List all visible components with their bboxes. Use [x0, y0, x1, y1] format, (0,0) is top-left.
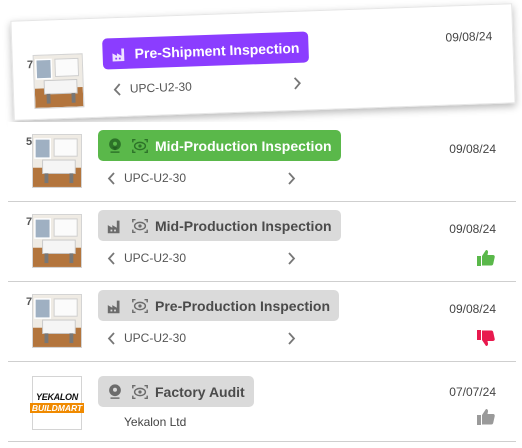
inspection-card[interactable]: YEKALON BUILDMART Factory Audit 07/07/24…: [8, 362, 516, 442]
thumbs-up-icon: [476, 407, 496, 427]
inspection-title: Mid-Production Inspection: [155, 217, 332, 234]
factory-icon: [109, 43, 130, 64]
inspection-card[interactable]: 7 Mid-Production Inspection 09/08/24 UPC…: [8, 202, 516, 282]
code-navigator: UPC-U2-30: [104, 249, 298, 267]
thumbs-up-icon: [476, 248, 496, 268]
inspection-status-pill[interactable]: Pre-Shipment Inspection: [102, 31, 309, 70]
vendor-name: Yekalon Ltd: [124, 415, 187, 429]
chevron-right-icon[interactable]: [284, 169, 298, 187]
chevron-right-icon[interactable]: [284, 249, 298, 267]
code-navigator: UPC-U2-30: [110, 74, 305, 99]
inspection-date: 07/07/24: [449, 385, 496, 399]
inspection-status-pill[interactable]: Pre-Production Inspection: [98, 290, 340, 321]
inspection-status-pill[interactable]: Factory Audit: [98, 376, 254, 407]
kitchen-photo: [33, 54, 84, 108]
location-pin-icon: [105, 382, 125, 402]
inspection-thumbnail[interactable]: [32, 294, 82, 348]
kitchen-photo: [33, 135, 81, 187]
chevron-left-icon[interactable]: [104, 169, 118, 187]
inspection-title: Pre-Shipment Inspection: [134, 39, 300, 61]
logo-line2: BUILDMART: [29, 402, 85, 414]
inspection-thumbnail[interactable]: [32, 214, 82, 268]
chevron-right-icon[interactable]: [284, 329, 298, 347]
eye-icon: [130, 216, 150, 236]
factory-icon: [105, 216, 125, 236]
inspection-date: 09/08/24: [449, 302, 496, 316]
code-navigator: UPC-U2-30: [104, 329, 298, 347]
chevron-left-icon[interactable]: [104, 329, 118, 347]
inspection-card[interactable]: 5 Mid-Production Inspection 09/08/24 UPC…: [8, 122, 516, 202]
chevron-left-icon[interactable]: [104, 249, 118, 267]
kitchen-photo: [33, 295, 81, 347]
product-code: UPC-U2-30: [124, 331, 187, 345]
inspection-title: Factory Audit: [155, 383, 245, 400]
eye-icon: [130, 296, 150, 316]
inspection-card[interactable]: 7 Pre-Production Inspection 09/08/24 UPC…: [8, 282, 516, 362]
inspection-status-pill[interactable]: Mid-Production Inspection: [98, 210, 341, 241]
vendor-logo: YEKALON BUILDMART: [29, 376, 85, 430]
thumbs-down-icon: [476, 328, 496, 348]
inspection-status-pill[interactable]: Mid-Production Inspection: [98, 130, 341, 161]
product-code: UPC-U2-30: [124, 171, 187, 185]
inspection-thumbnail[interactable]: [32, 134, 82, 188]
inspection-date: 09/08/24: [445, 28, 493, 45]
chevron-left-icon[interactable]: [110, 80, 125, 98]
logo-line1: YEKALON: [36, 391, 78, 402]
inspection-thumbnail[interactable]: [32, 53, 85, 110]
inspection-date: 09/08/24: [449, 222, 496, 236]
inspection-date: 09/08/24: [449, 142, 496, 156]
location-pin-icon: [105, 136, 125, 156]
inspection-title: Mid-Production Inspection: [155, 137, 332, 154]
kitchen-photo: [33, 215, 81, 267]
factory-icon: [105, 296, 125, 316]
product-code: UPC-U2-30: [124, 251, 187, 265]
chevron-right-icon[interactable]: [289, 74, 304, 92]
inspection-title: Pre-Production Inspection: [155, 297, 331, 314]
eye-icon: [130, 382, 150, 402]
product-code: UPC-U2-30: [129, 79, 193, 96]
eye-icon: [130, 136, 150, 156]
inspection-card[interactable]: 7 Pre-Shipment Inspection 09/08/24 UPC-U…: [10, 3, 516, 121]
code-navigator: UPC-U2-30: [104, 169, 298, 187]
